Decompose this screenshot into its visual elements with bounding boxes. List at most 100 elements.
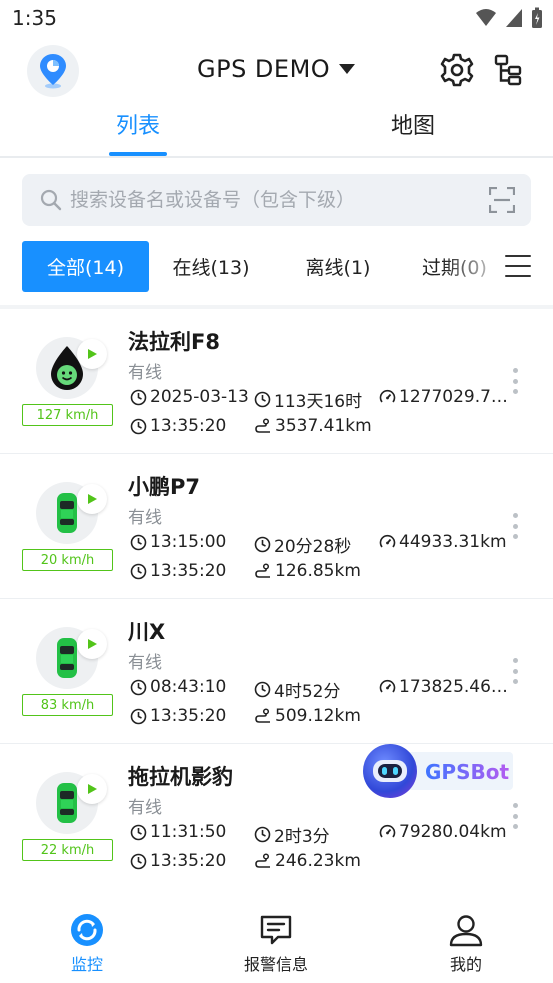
device-tree-button[interactable] — [491, 52, 527, 88]
route-icon — [255, 852, 270, 868]
speed-badge: 127 km/h — [22, 404, 113, 426]
signal-time: 13:15:00 — [130, 532, 226, 552]
nav-profile[interactable]: 我的 — [411, 913, 521, 975]
filter-all[interactable]: 全部(14) — [22, 241, 149, 292]
nav-profile-label: 我的 — [449, 955, 482, 974]
update-time: 13:35:20 — [130, 706, 226, 726]
clock-icon — [130, 534, 147, 550]
gpsbot-assistant[interactable]: GPSBot — [363, 744, 513, 798]
duration: 4时52分 — [254, 677, 340, 702]
wifi-icon — [476, 9, 496, 26]
account-switcher[interactable]: GPS DEMO — [197, 55, 356, 83]
odometer-icon — [379, 824, 396, 837]
alarm-message-icon — [260, 915, 292, 945]
monitor-icon — [71, 914, 103, 946]
duration: 113天16时 — [254, 387, 362, 412]
location-pin-icon — [40, 54, 66, 89]
more-options-icon[interactable] — [510, 368, 520, 394]
clock-icon — [130, 563, 147, 579]
play-icon — [88, 639, 97, 649]
total-mileage: 79280.04km — [379, 822, 507, 842]
trip-distance: 126.85km — [254, 561, 361, 581]
hierarchy-icon — [494, 54, 522, 86]
device-name: 法拉利F8 — [128, 330, 220, 354]
tab-map[interactable]: 地图 — [391, 108, 435, 140]
odometer-icon — [379, 389, 396, 402]
gear-icon — [440, 53, 474, 87]
car-icon — [57, 638, 77, 678]
playback-button[interactable] — [77, 484, 107, 514]
nav-alarms[interactable]: 报警信息 — [221, 913, 331, 975]
status-icons — [475, 7, 543, 29]
app-title: GPS DEMO — [197, 55, 331, 83]
bottom-navigation: 监控 报警信息 我的 — [0, 893, 553, 983]
filter-menu-icon[interactable] — [505, 255, 531, 277]
active-tab-indicator — [109, 152, 167, 156]
battery-icon — [532, 7, 542, 28]
user-icon — [449, 915, 483, 947]
filter-fade — [443, 241, 503, 292]
playback-button[interactable] — [77, 629, 107, 659]
status-bar: 1:35 — [0, 0, 553, 38]
clock-icon — [130, 389, 147, 405]
clock-icon — [130, 824, 147, 840]
device-status: 有线 — [128, 798, 162, 818]
more-options-icon[interactable] — [510, 513, 520, 539]
nav-monitor[interactable]: 监控 — [32, 913, 142, 975]
more-options-icon[interactable] — [510, 658, 520, 684]
playback-button[interactable] — [77, 339, 107, 369]
speed-badge: 20 km/h — [22, 549, 113, 571]
update-time: 13:35:20 — [130, 561, 226, 581]
caret-down-icon — [339, 64, 356, 74]
speed-badge: 22 km/h — [22, 839, 113, 861]
app-screen: 1:35 GPS DEMO 列表 地图 搜索设备名或设备号（包含下级） 全部(1… — [0, 0, 553, 983]
filter-offline[interactable]: 离线(1) — [290, 241, 386, 292]
status-time: 1:35 — [12, 6, 57, 30]
clock-icon — [130, 679, 147, 695]
device-status: 有线 — [128, 653, 162, 673]
robot-icon — [363, 744, 417, 798]
device-row[interactable]: 83 km/h 川X 有线 08:43:10 4时52分 173825.46… … — [0, 599, 553, 744]
odometer-icon — [379, 679, 396, 692]
app-logo[interactable] — [27, 45, 79, 97]
route-icon — [255, 707, 270, 723]
signal-icon — [506, 9, 522, 27]
odometer-icon — [379, 534, 396, 547]
trip-distance: 3537.41km — [254, 416, 372, 436]
clock-icon — [254, 536, 271, 553]
playback-button[interactable] — [77, 774, 107, 804]
trip-distance: 509.12km — [254, 706, 361, 726]
device-name: 拖拉机影豹 — [128, 765, 233, 789]
speed-badge: 83 km/h — [22, 694, 113, 716]
total-mileage: 1277029.7… — [379, 387, 508, 407]
play-icon — [88, 784, 97, 794]
clock-icon — [254, 391, 271, 408]
device-name: 小鹏P7 — [128, 475, 201, 499]
search-input[interactable] — [70, 189, 470, 211]
play-icon — [88, 494, 97, 504]
settings-button[interactable] — [439, 52, 475, 88]
device-row[interactable]: 127 km/h 法拉利F8 有线 2025-03-13 113天16时 127… — [0, 309, 553, 454]
play-icon — [88, 349, 97, 359]
update-time: 13:35:20 — [130, 851, 226, 871]
search-icon — [40, 189, 62, 211]
gpsbot-label: GPSBot — [425, 760, 510, 784]
scan-icon[interactable] — [489, 187, 515, 213]
device-row[interactable]: 20 km/h 小鹏P7 有线 13:15:00 20分28秒 44933.31… — [0, 454, 553, 599]
clock-icon — [254, 826, 271, 843]
clock-icon — [130, 853, 147, 869]
signal-time: 08:43:10 — [130, 677, 226, 697]
duration: 20分28秒 — [254, 532, 351, 557]
device-status: 有线 — [128, 363, 162, 383]
more-options-icon[interactable] — [510, 803, 520, 829]
filter-online[interactable]: 在线(13) — [160, 241, 262, 292]
signal-time: 2025-03-13 — [130, 387, 249, 407]
car-icon — [57, 493, 77, 533]
route-icon — [255, 562, 270, 578]
search-bar — [22, 174, 531, 226]
clock-icon — [254, 681, 271, 698]
nav-alarms-label: 报警信息 — [243, 955, 308, 974]
update-time: 13:35:20 — [130, 416, 226, 436]
tab-list[interactable]: 列表 — [116, 108, 160, 140]
duration: 2时3分 — [254, 822, 330, 847]
